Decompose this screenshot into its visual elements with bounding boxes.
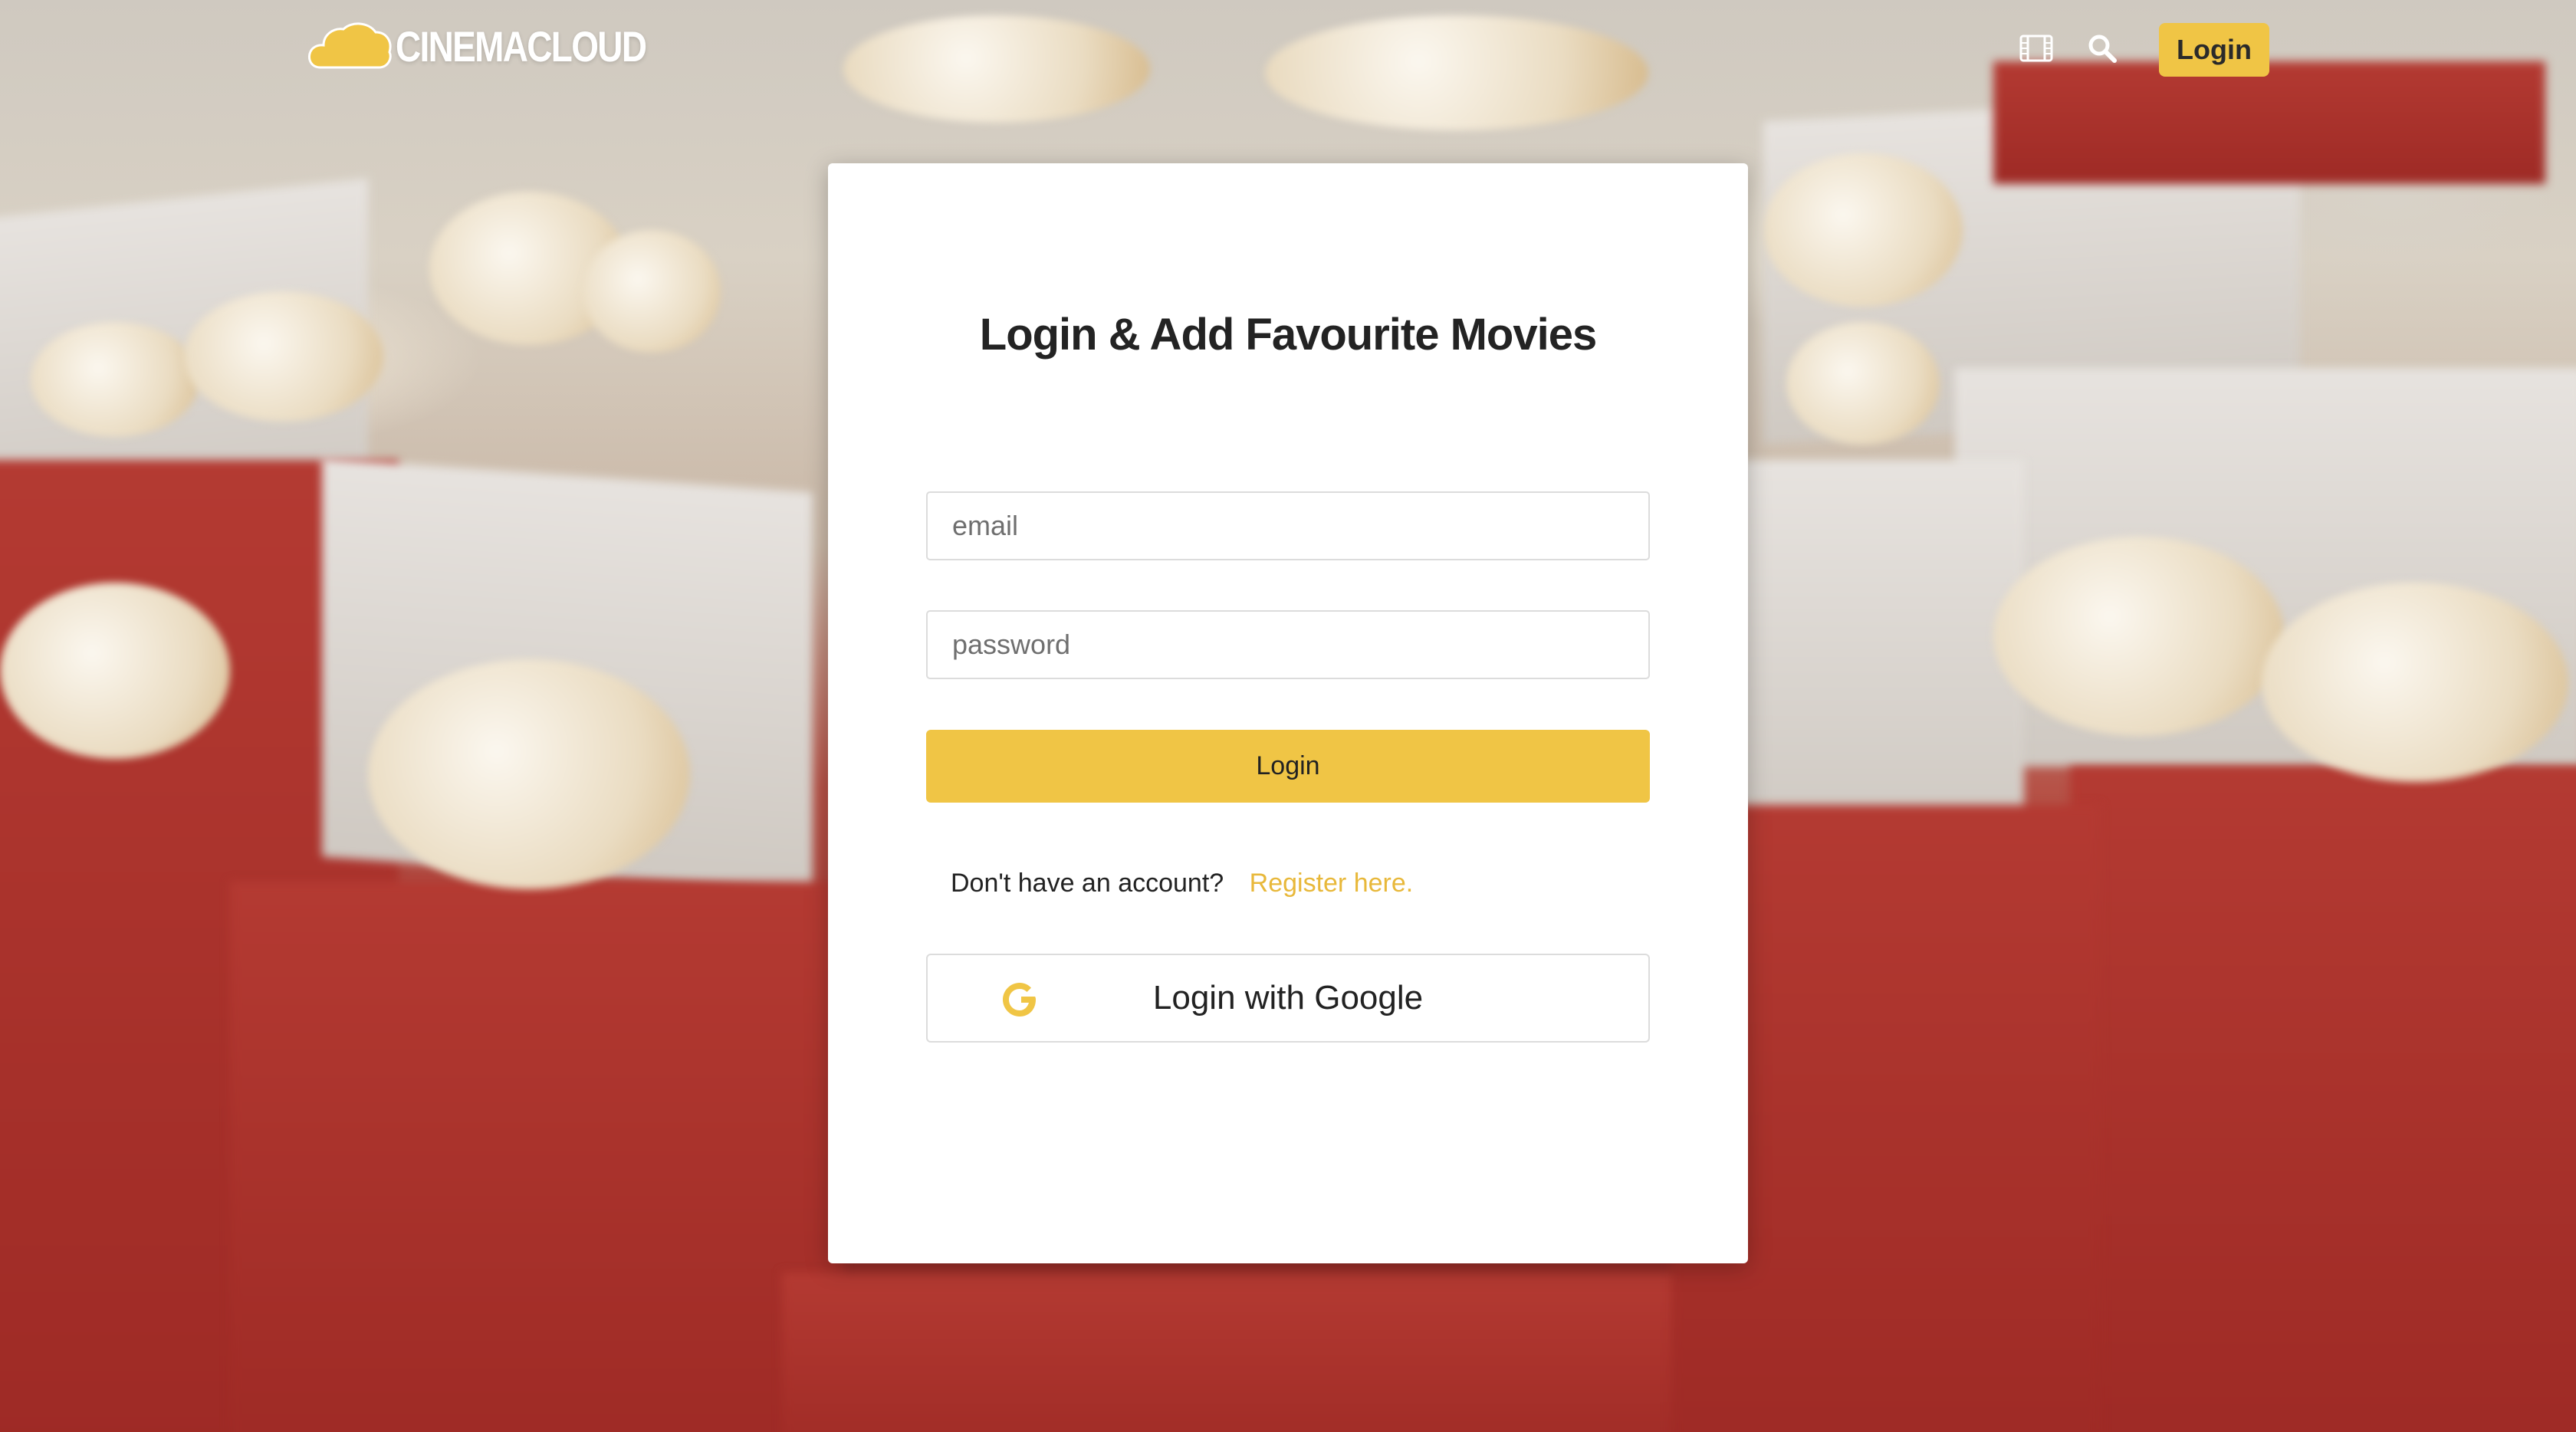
register-prompt: Don't have an account? [951,869,1224,898]
login-button[interactable]: Login [926,730,1650,803]
google-login-label: Login with Google [1152,979,1424,1017]
login-card: Login & Add Favourite Movies Login Don't… [828,163,1748,1263]
film-icon[interactable] [2018,30,2055,67]
nav-icon-group [2018,21,2150,75]
card-title: Login & Add Favourite Movies [979,310,1597,360]
cloud-logo-icon [308,22,392,69]
brand-logo[interactable]: CINEMACLOUD [307,15,701,77]
header-login-button[interactable]: Login [2159,23,2269,77]
google-login-button[interactable]: Login with Google [926,954,1650,1043]
register-link[interactable]: Register here. [1250,869,1414,898]
page: CINEMACLOUD Login Login & Add Favourite … [0,0,2576,1432]
email-field[interactable] [926,491,1650,560]
search-icon[interactable] [2084,30,2121,67]
register-row: Don't have an account? Register here. [951,869,1413,898]
top-nav: CINEMACLOUD Login [0,0,2576,92]
brand-name: CINEMACLOUD [396,21,647,71]
password-field[interactable] [926,610,1650,679]
